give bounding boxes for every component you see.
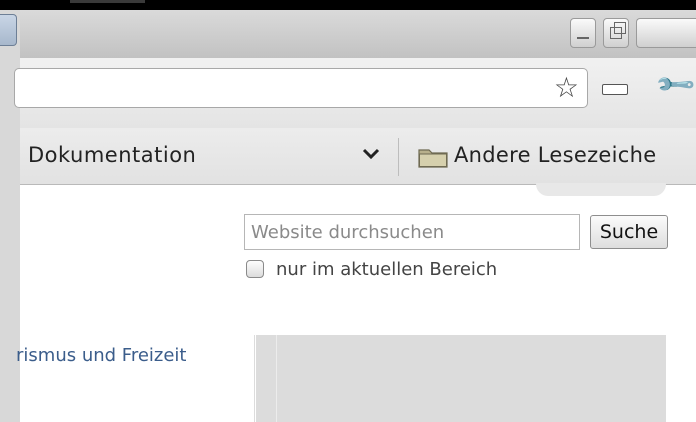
title-bar xyxy=(20,10,696,59)
restore-icon xyxy=(610,22,626,39)
tab-strip-fragment xyxy=(70,0,145,3)
minimize-icon xyxy=(577,37,589,39)
restore-button[interactable] xyxy=(603,18,629,48)
content-panel xyxy=(256,335,666,422)
content-panel-line xyxy=(276,335,277,422)
folder-icon xyxy=(418,149,448,168)
dialog-close-button[interactable] xyxy=(0,14,17,46)
bookmark-dokumentation[interactable]: Dokumentation xyxy=(28,143,196,167)
bookmarks-bar: Dokumentation Andere Lesezeiche xyxy=(20,128,696,185)
navigation-column: rismus und Freizeit xyxy=(16,335,254,422)
search-input[interactable] xyxy=(244,214,580,250)
bookmarks-separator xyxy=(398,138,399,176)
wrench-icon[interactable]: 🔧 xyxy=(654,63,696,107)
top-strip xyxy=(0,0,696,10)
page-content: Suche nur im aktuellen Bereich rismus un… xyxy=(16,183,696,422)
star-icon[interactable]: ☆ xyxy=(554,73,579,103)
page-menu-icon[interactable] xyxy=(602,84,628,95)
close-button[interactable] xyxy=(636,18,696,48)
chevron-down-icon[interactable] xyxy=(360,142,382,164)
minimize-button[interactable] xyxy=(570,18,596,48)
other-bookmarks[interactable]: Andere Lesezeiche xyxy=(454,143,656,167)
browser-toolbar: ☆ 🔧 xyxy=(14,58,696,128)
column-divider xyxy=(254,335,255,422)
nav-link-tourismus[interactable]: rismus und Freizeit xyxy=(16,345,187,366)
scope-checkbox[interactable] xyxy=(246,260,264,278)
header-tab-fragment xyxy=(536,183,666,196)
address-bar[interactable]: ☆ xyxy=(14,68,588,108)
browser-window: ☆ 🔧 Dokumentation Andere Lesezeiche Such… xyxy=(14,10,696,422)
scope-checkbox-label: nur im aktuellen Bereich xyxy=(276,259,498,280)
search-button[interactable]: Suche xyxy=(590,215,668,249)
